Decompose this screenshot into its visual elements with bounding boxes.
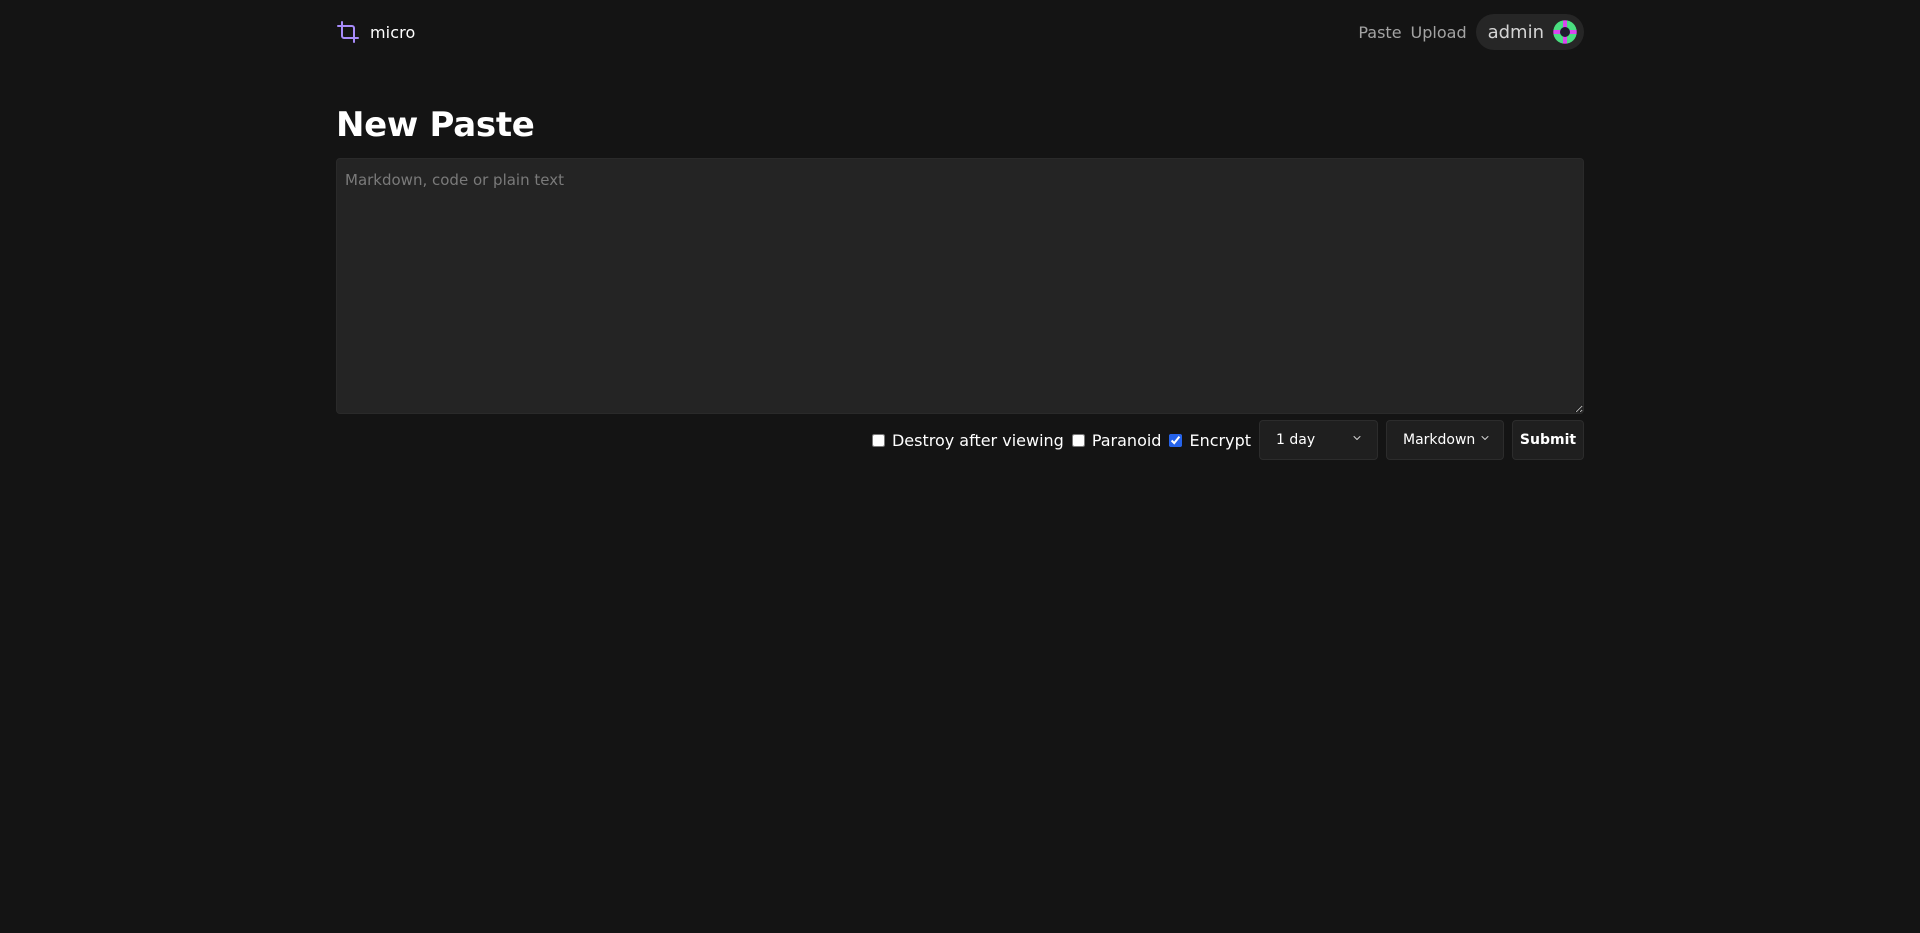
nav-paste-link[interactable]: Paste <box>1358 23 1401 42</box>
submit-button[interactable]: Submit <box>1512 420 1584 460</box>
paste-content-input[interactable] <box>336 158 1584 414</box>
language-select-value: Markdown <box>1403 432 1476 448</box>
paranoid-checkbox[interactable] <box>1071 433 1085 447</box>
encrypt-label: Encrypt <box>1189 430 1251 450</box>
paranoid-label: Paranoid <box>1091 430 1162 450</box>
destroy-after-viewing-label: Destroy after viewing <box>891 430 1064 450</box>
top-nav: Paste Upload admin <box>1358 14 1584 50</box>
nav-upload-link[interactable]: Upload <box>1411 23 1467 42</box>
chevron-down-icon <box>1351 432 1363 448</box>
destroy-after-viewing-checkbox[interactable] <box>871 433 885 447</box>
encrypt-option[interactable]: Encrypt <box>1169 431 1251 450</box>
expiry-select[interactable]: 1 day <box>1259 420 1378 460</box>
header: micro Paste Upload admin <box>336 0 1584 64</box>
destroy-after-viewing-option[interactable]: Destroy after viewing <box>871 430 1064 450</box>
page: micro Paste Upload admin New Paste Markd… <box>336 0 1584 460</box>
language-select[interactable]: Markdown <box>1386 420 1504 460</box>
avatar-icon <box>1552 19 1578 45</box>
user-name: admin <box>1487 21 1544 43</box>
expiry-select-value: 1 day <box>1276 432 1316 448</box>
brand-link[interactable]: micro <box>336 20 415 44</box>
paranoid-option[interactable]: Paranoid <box>1071 430 1162 450</box>
crop-icon <box>336 20 360 44</box>
brand-name: micro <box>370 22 416 42</box>
encrypt-checkbox[interactable] <box>1169 433 1183 447</box>
page-title: New Paste <box>336 105 535 145</box>
user-menu-button[interactable]: admin <box>1475 14 1584 50</box>
chevron-down-icon <box>1479 432 1491 448</box>
paste-options: Destroy after viewing Paranoid Encrypt 1… <box>336 420 1584 460</box>
